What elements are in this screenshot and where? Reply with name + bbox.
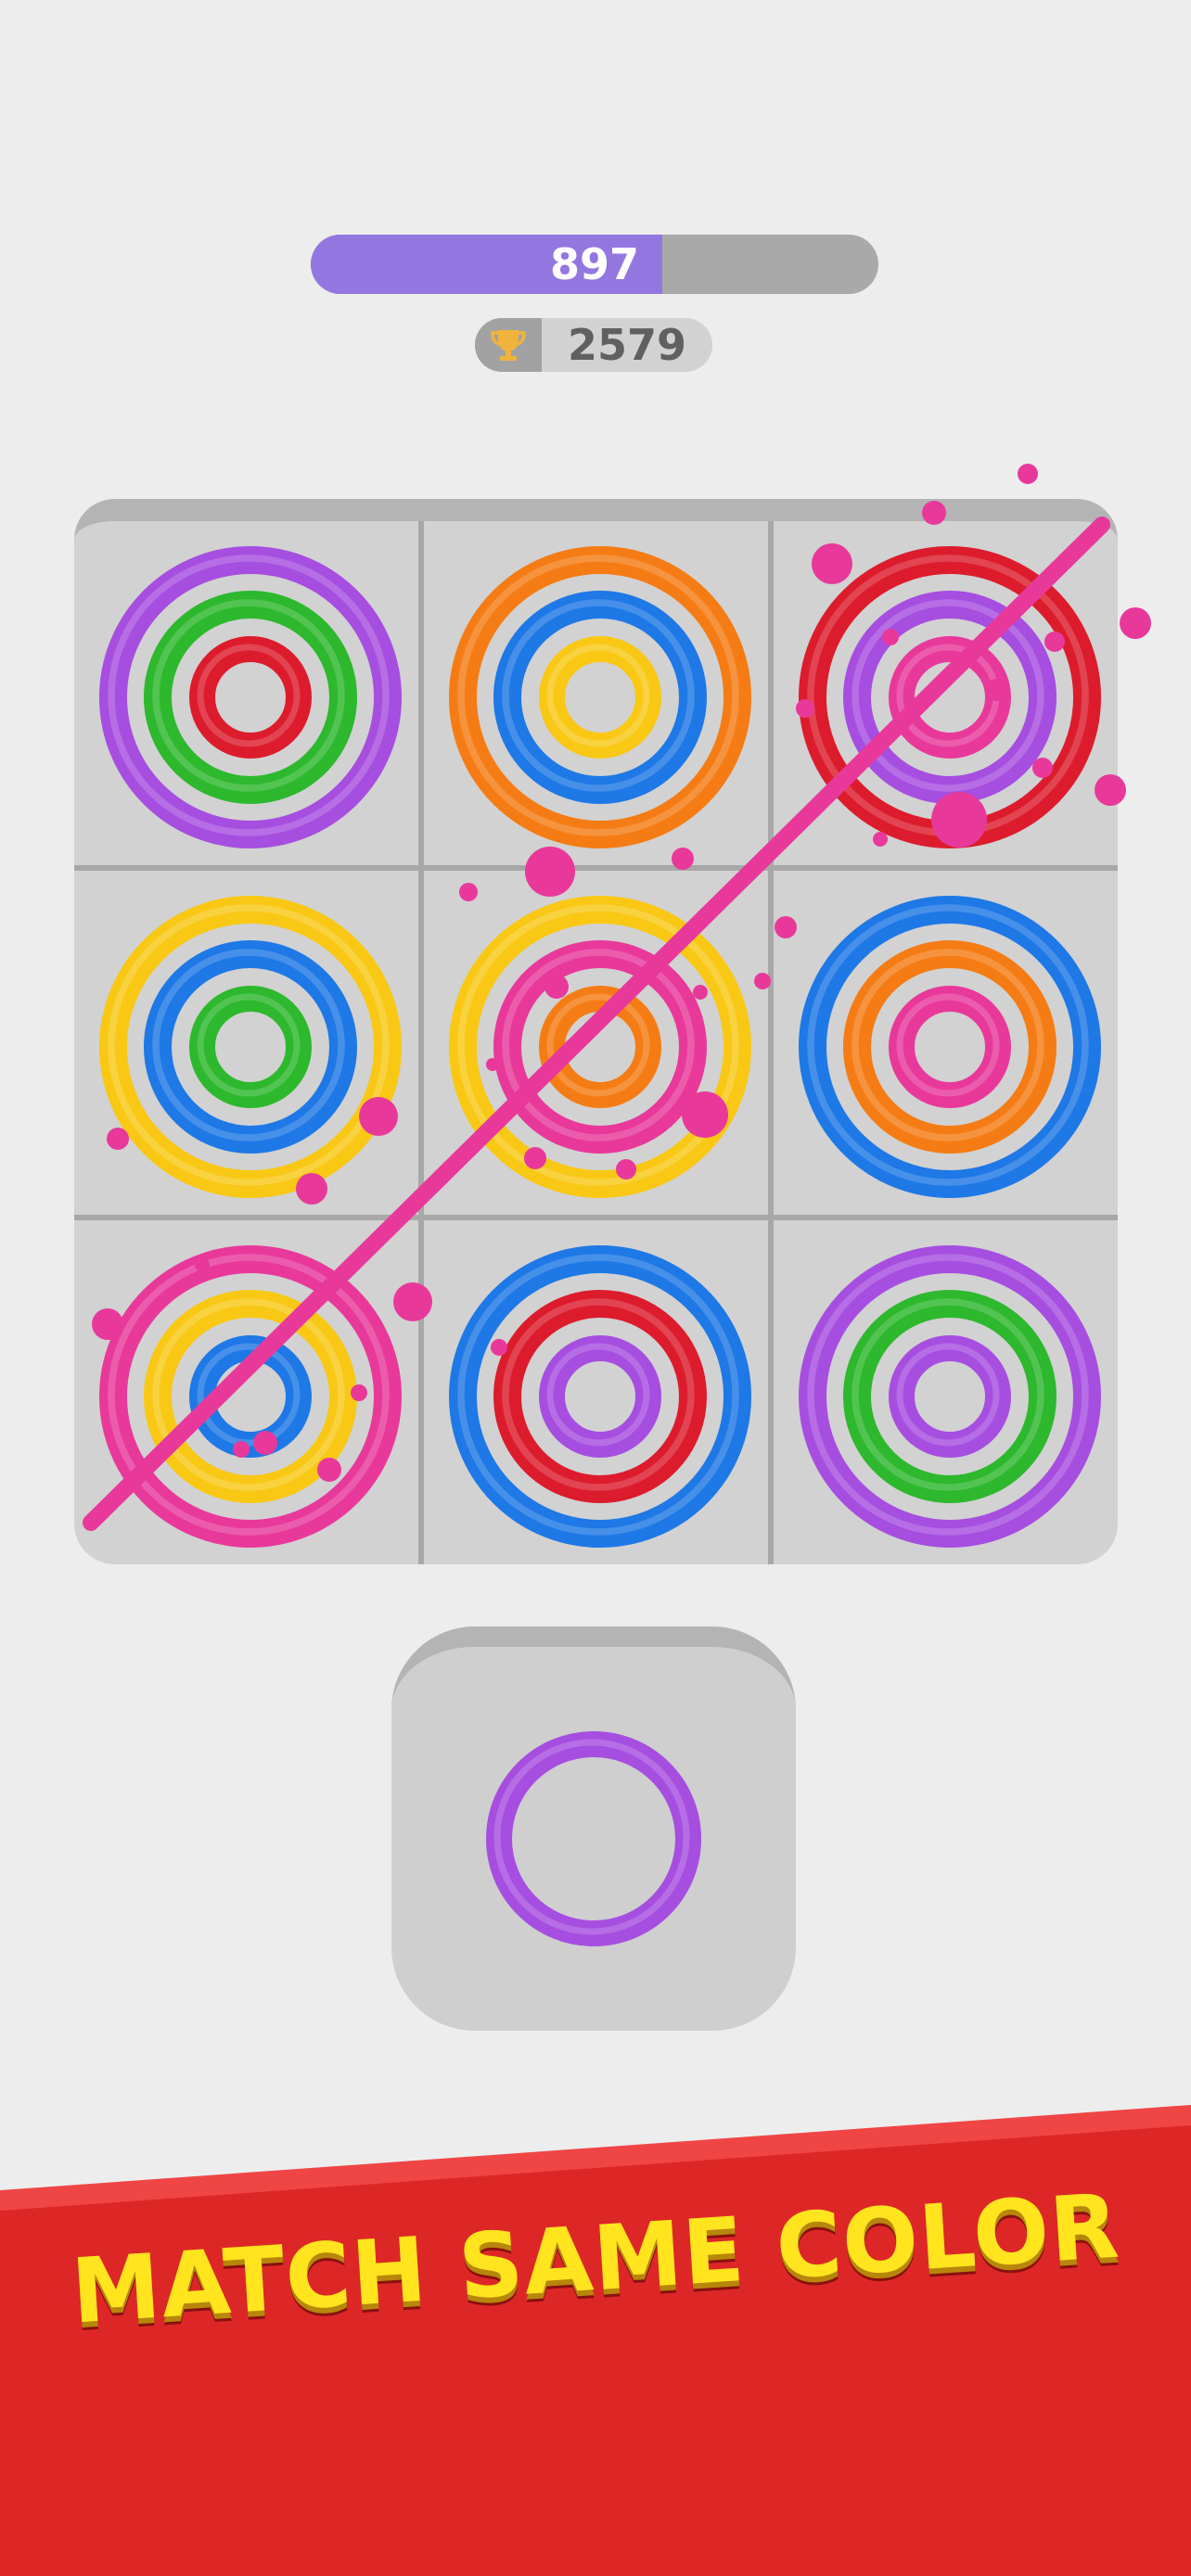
cell-rings	[799, 1245, 1101, 1548]
board-cell[interactable]	[774, 871, 1118, 1215]
cell-rings	[449, 1245, 751, 1548]
ring-medium-orange-shine	[852, 949, 1044, 1141]
next-ring-piece[interactable]	[473, 1718, 714, 1959]
cell-rings	[799, 546, 1101, 848]
ring-medium-green-shine	[152, 599, 345, 792]
board-cell[interactable]	[424, 871, 768, 1215]
score-progress-bar: 897	[311, 235, 878, 294]
grid-divider-vertical	[418, 521, 424, 1564]
cell-rings	[99, 896, 402, 1198]
ring-medium-red-shine	[502, 1298, 695, 1491]
grid-divider-horizontal	[74, 1215, 1118, 1220]
board-cell[interactable]	[774, 521, 1118, 865]
board-cell[interactable]	[424, 521, 768, 865]
board-cell[interactable]	[774, 1220, 1118, 1564]
grid-divider-vertical	[768, 521, 774, 1564]
ring-medium-purple-shine	[852, 599, 1044, 792]
banner-title: MATCH SAME COLOR	[68, 2174, 1123, 2344]
cell-rings	[99, 546, 402, 848]
best-score-badge: 2579	[475, 318, 712, 372]
cell-rings	[449, 546, 751, 848]
board-cell[interactable]	[74, 871, 418, 1215]
trophy-icon	[475, 318, 542, 372]
next-ring-large-purple-shine	[493, 1739, 690, 1935]
best-score-value: 2579	[567, 320, 687, 370]
grid-divider-horizontal	[74, 865, 1118, 871]
cell-rings	[99, 1245, 402, 1548]
board-cell[interactable]	[424, 1220, 768, 1564]
ring-medium-yellow-shine	[152, 1298, 345, 1491]
cell-rings	[449, 896, 751, 1198]
ring-medium-pink-shine	[502, 949, 695, 1141]
board-cell[interactable]	[74, 521, 418, 865]
cell-rings	[799, 896, 1101, 1198]
ring-medium-green-shine	[852, 1298, 1044, 1491]
paint-splash-dot	[1018, 464, 1038, 484]
ring-medium-blue-shine	[502, 599, 695, 792]
score-value: 897	[549, 239, 640, 289]
ring-medium-blue-shine	[152, 949, 345, 1141]
next-piece-slot[interactable]	[391, 1626, 796, 2031]
game-board	[74, 499, 1118, 1564]
board-cell[interactable]	[74, 1220, 418, 1564]
paint-splash-dot	[1120, 607, 1151, 639]
